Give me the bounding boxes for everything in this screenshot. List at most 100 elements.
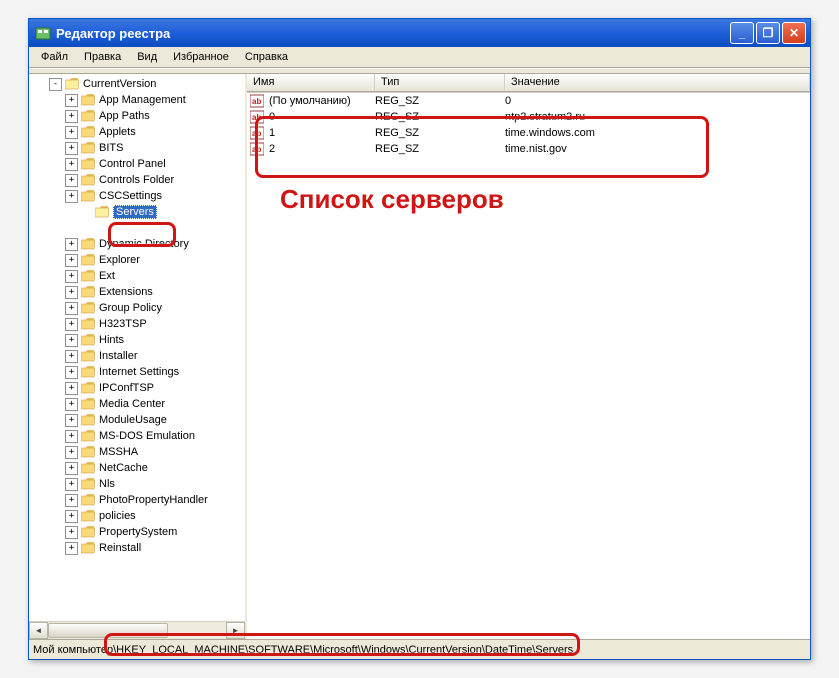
value-row[interactable]: ab0REG_SZntp2.stratum2.ru [247, 109, 810, 125]
tree-node[interactable]: + Hints [29, 332, 245, 348]
titlebar[interactable]: Редактор реестра _ ❐ ✕ [29, 19, 810, 47]
tree-node[interactable]: +ModuleUsage [29, 412, 245, 428]
value-row[interactable]: ab2REG_SZtime.nist.gov [247, 141, 810, 157]
expand-icon[interactable]: + [65, 174, 78, 187]
tree-node[interactable]: +PhotoPropertyHandler [29, 492, 245, 508]
app-icon [35, 25, 51, 41]
tree-node[interactable]: +NetCache [29, 460, 245, 476]
tree-node[interactable]: +Internet Settings [29, 364, 245, 380]
tree-node[interactable]: +App Paths [29, 108, 245, 124]
expand-icon[interactable]: + [65, 430, 78, 443]
close-button[interactable]: ✕ [782, 22, 806, 44]
menubar: Файл Правка Вид Избранное Справка [29, 47, 810, 68]
tree-node[interactable]: + Nls [29, 476, 245, 492]
folder-icon [81, 366, 95, 378]
scroll-right-button[interactable]: ► [226, 622, 245, 639]
folder-icon [81, 510, 95, 522]
col-type-header[interactable]: Тип [375, 74, 505, 92]
col-name-header[interactable]: Имя [247, 74, 375, 92]
tree-node[interactable]: +MS-DOS Emulation [29, 428, 245, 444]
tree-hscrollbar[interactable]: ◄ ► [29, 621, 245, 639]
string-value-icon: ab [249, 126, 265, 140]
maximize-button[interactable]: ❐ [756, 22, 780, 44]
expand-icon[interactable]: + [65, 478, 78, 491]
tree-node-label: Hints [99, 334, 124, 346]
tree-node[interactable]: + App Management [29, 92, 245, 108]
expand-icon[interactable]: + [65, 382, 78, 395]
tree-node[interactable]: +Ext [29, 268, 245, 284]
scroll-thumb[interactable] [48, 623, 168, 638]
menu-view[interactable]: Вид [129, 49, 165, 65]
tree-node[interactable]: +BITS [29, 140, 245, 156]
tree-node[interactable]: +Control Panel [29, 156, 245, 172]
tree-node-label: CurrentVersion [83, 78, 156, 90]
expand-icon[interactable]: + [65, 286, 78, 299]
tree-node-label: Nls [99, 478, 115, 490]
tree-node[interactable]: + H323TSP [29, 316, 245, 332]
tree-node[interactable]: +CSCSettings [29, 188, 245, 204]
expand-icon[interactable]: + [65, 350, 78, 363]
tree-node[interactable]: + Explorer [29, 252, 245, 268]
tree-node[interactable]: +Installer [29, 348, 245, 364]
tree-node[interactable]: +IPConfTSP [29, 380, 245, 396]
svg-text:ab: ab [252, 113, 261, 122]
tree-node-label: App Management [99, 94, 186, 106]
expand-icon[interactable]: + [65, 398, 78, 411]
tree-node[interactable]: +Media Center [29, 396, 245, 412]
tree-node[interactable]: - CurrentVersion [29, 76, 245, 92]
expand-icon[interactable]: + [65, 238, 78, 251]
expand-icon[interactable]: + [65, 542, 78, 555]
tree-node[interactable]: Servers [29, 204, 245, 220]
menu-favorites[interactable]: Избранное [165, 49, 237, 65]
menu-edit[interactable]: Правка [76, 49, 129, 65]
tree-node[interactable]: +Applets [29, 124, 245, 140]
menu-help[interactable]: Справка [237, 49, 296, 65]
expand-icon[interactable]: + [65, 254, 78, 267]
col-data-header[interactable]: Значение [505, 74, 810, 92]
expand-icon[interactable]: + [65, 334, 78, 347]
values-list[interactable]: ab(По умолчанию)REG_SZ0ab0REG_SZntp2.str… [247, 93, 810, 639]
expand-icon[interactable]: + [65, 190, 78, 203]
expand-icon[interactable]: + [65, 158, 78, 171]
scroll-left-button[interactable]: ◄ [29, 622, 48, 639]
expand-icon[interactable]: + [65, 142, 78, 155]
tree-node[interactable]: + Extensions [29, 284, 245, 300]
tree-node-label: H323TSP [99, 318, 147, 330]
expand-icon[interactable]: + [65, 462, 78, 475]
tree-node[interactable]: +Dynamic Directory [29, 236, 245, 252]
tree-view[interactable]: - CurrentVersion + App Management +App Paths… [29, 74, 245, 621]
menu-file[interactable]: Файл [33, 49, 76, 65]
expand-icon[interactable]: + [65, 494, 78, 507]
tree-node[interactable]: +Controls Folder [29, 172, 245, 188]
folder-icon [95, 206, 109, 218]
expand-icon[interactable]: + [65, 318, 78, 331]
value-data: time.windows.com [505, 127, 810, 139]
expand-icon[interactable]: + [65, 126, 78, 139]
expand-icon[interactable]: + [65, 94, 78, 107]
collapse-icon[interactable]: - [49, 78, 62, 91]
expand-icon[interactable]: + [65, 414, 78, 427]
value-name: (По умолчанию) [269, 95, 375, 107]
expand-icon[interactable]: + [65, 526, 78, 539]
expand-icon[interactable]: + [65, 510, 78, 523]
expand-icon[interactable]: + [65, 446, 78, 459]
expand-icon[interactable]: + [65, 302, 78, 315]
tree-node[interactable]: +PropertySystem [29, 524, 245, 540]
folder-icon [81, 254, 95, 266]
value-row[interactable]: ab(По умолчанию)REG_SZ0 [247, 93, 810, 109]
expand-icon[interactable]: + [65, 366, 78, 379]
minimize-button[interactable]: _ [730, 22, 754, 44]
string-value-icon: ab [249, 94, 265, 108]
value-row[interactable]: ab1REG_SZtime.windows.com [247, 125, 810, 141]
value-type: REG_SZ [375, 111, 505, 123]
expand-icon[interactable]: + [65, 270, 78, 283]
tree-node-label: Extensions [99, 286, 153, 298]
statusbar-path: р\HKEY_LOCAL_MACHINE\SOFTWARE\Microsoft\… [107, 644, 573, 656]
folder-icon [81, 142, 95, 154]
tree-node[interactable]: +Reinstall [29, 540, 245, 556]
tree-node[interactable]: +Group Policy [29, 300, 245, 316]
tree-node-label: Explorer [99, 254, 140, 266]
tree-node[interactable]: +policies [29, 508, 245, 524]
expand-icon[interactable]: + [65, 110, 78, 123]
tree-node[interactable]: +MSSHA [29, 444, 245, 460]
